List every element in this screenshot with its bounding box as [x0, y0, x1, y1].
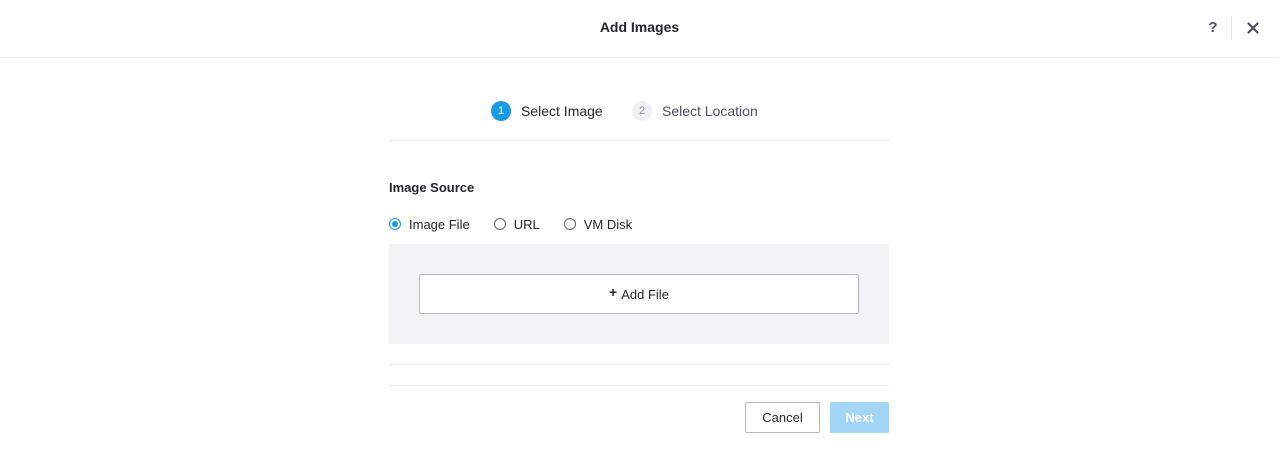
cancel-button[interactable]: Cancel	[745, 402, 820, 433]
image-source-radio-group: Image File URL VM Disk	[389, 214, 656, 234]
step-select-location[interactable]: 2 Select Location	[632, 101, 758, 121]
close-icon	[1247, 22, 1259, 34]
radio-url[interactable]: URL	[493, 216, 540, 232]
footer-divider	[389, 385, 889, 386]
radio-label: VM Disk	[583, 216, 633, 232]
wizard-steps: 1 Select Image 2 Select Location	[389, 99, 889, 141]
help-button[interactable]: ?	[1204, 18, 1222, 38]
step-number-badge: 2	[632, 101, 652, 121]
radio-button[interactable]	[493, 218, 506, 230]
radio-label: Image File	[409, 216, 470, 232]
plus-icon: +	[609, 284, 618, 300]
step-select-image[interactable]: 1 Select Image	[491, 101, 603, 121]
header-divider	[1231, 16, 1232, 40]
close-button[interactable]	[1244, 19, 1262, 37]
dialog-header: Add Images ?	[0, 0, 1279, 58]
upload-panel: + Add File	[389, 244, 889, 344]
next-button[interactable]: Next	[830, 402, 889, 433]
dialog-title: Add Images	[599, 19, 680, 35]
divider	[389, 364, 889, 365]
radio-button[interactable]	[563, 218, 576, 230]
radio-button-checked[interactable]	[389, 218, 401, 230]
radio-vm-disk[interactable]: VM Disk	[563, 216, 633, 232]
step-label: Select Location	[662, 103, 758, 119]
add-file-button[interactable]: + Add File	[419, 274, 859, 314]
add-file-label: Add File	[621, 286, 669, 302]
radio-label: URL	[513, 216, 540, 232]
step-label: Select Image	[521, 103, 603, 119]
step-number-badge: 1	[491, 101, 511, 121]
radio-image-file[interactable]: Image File	[389, 217, 470, 232]
image-source-label: Image Source	[389, 180, 475, 195]
